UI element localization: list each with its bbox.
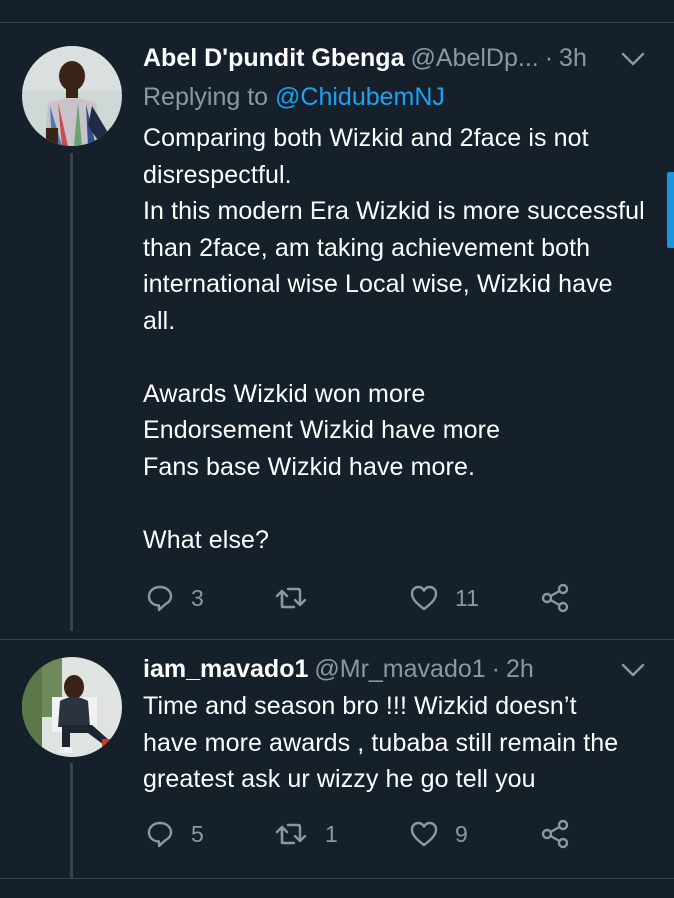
reply-count: 3 [191,584,204,611]
scrollbar-thumb[interactable] [667,172,674,248]
retweet-button[interactable]: 1 [273,818,338,850]
thread-connector-line [70,153,73,631]
author-name[interactable]: Abel D'pundit Gbenga [143,44,405,73]
tweet-divider [0,639,674,640]
like-count: 9 [455,820,468,847]
retweet-button[interactable] [273,582,325,614]
retweet-icon [275,823,307,845]
retweet-icon [275,587,307,609]
bottom-divider [0,878,674,879]
author-name[interactable]: iam_mavado1 [143,655,308,684]
timestamp[interactable]: 3h [559,44,587,73]
tweet-actions: 5 1 9 [143,818,583,850]
reply-count: 5 [191,820,204,847]
chevron-down-icon[interactable] [620,50,646,68]
reply-button[interactable]: 5 [145,818,204,850]
retweet-count: 1 [325,820,338,847]
like-button[interactable]: 11 [409,582,479,614]
chevron-down-icon[interactable] [620,661,646,679]
avatar[interactable] [22,657,122,757]
share-button[interactable] [539,818,571,850]
replying-to-line: Replying to @ChidubemNJ [143,83,445,112]
reply-icon [147,585,173,612]
separator-dot: · [491,654,500,683]
heart-icon [410,585,438,611]
tweet-text: Comparing both Wizkid and 2face is not d… [143,124,645,554]
heart-icon [410,821,438,847]
tweet-header: iam_mavado1 @Mr_mavado1 · 2h [143,653,534,685]
author-handle[interactable]: @Mr_mavado1 [314,655,485,684]
share-button[interactable] [539,582,571,614]
reply-button[interactable]: 3 [145,582,204,614]
tweet-header: Abel D'pundit Gbenga @AbelDp... · 3h [143,42,587,74]
like-button[interactable]: 9 [409,818,468,850]
like-count: 11 [455,584,479,611]
timestamp[interactable]: 2h [506,655,534,684]
tweet-text: Time and season bro !!! Wizkid doesn’t h… [143,692,619,793]
replying-to-mention[interactable]: @ChidubemNJ [275,83,445,111]
thread-connector-line [70,763,73,878]
author-handle[interactable]: @AbelDp... [411,44,539,73]
separator-dot: · [544,43,554,72]
top-divider [0,22,674,23]
replying-to-label: Replying to [143,83,276,111]
share-icon [541,819,569,849]
avatar[interactable] [22,46,122,146]
tweet-actions: 3 11 [143,582,583,614]
share-icon [541,583,569,613]
reply-icon [147,821,173,848]
